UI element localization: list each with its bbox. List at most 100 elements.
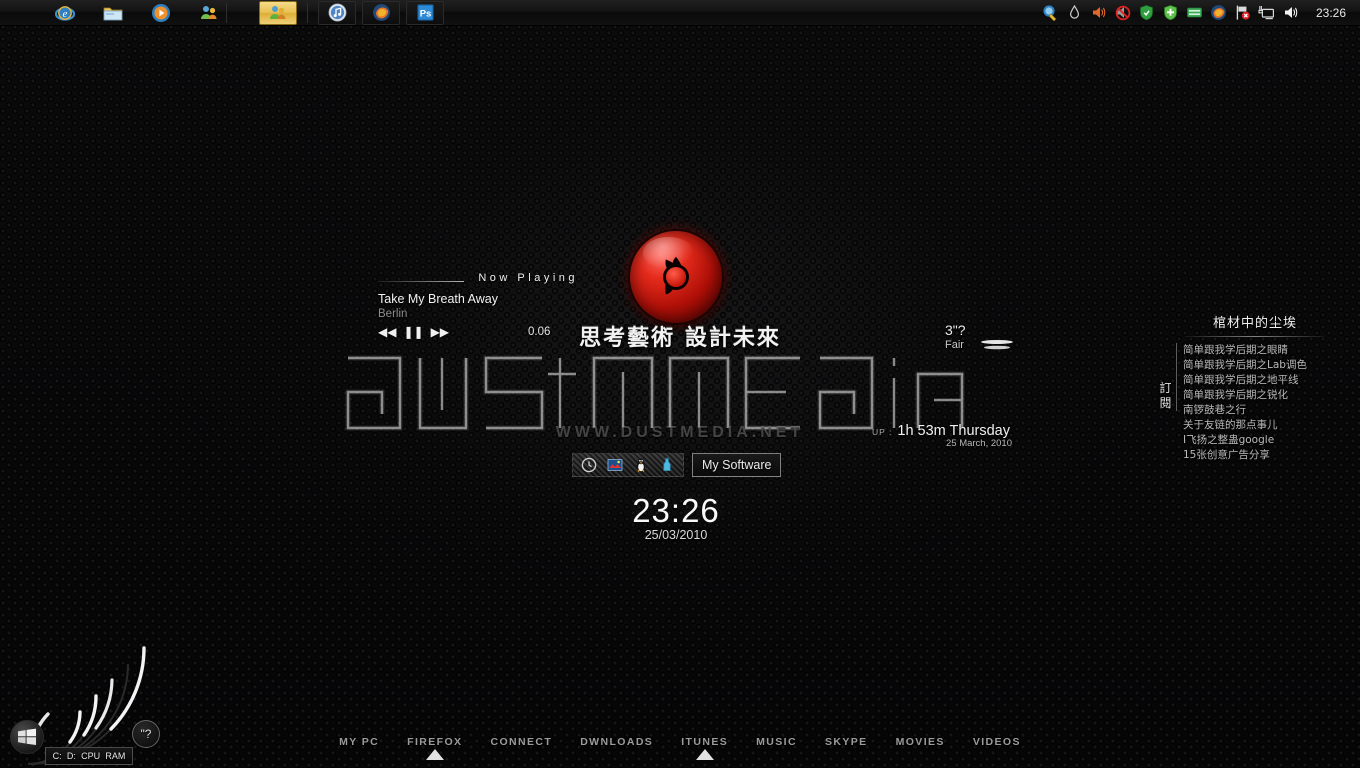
dock-item-label: MOVIES <box>895 736 945 748</box>
taskbar-task-messenger[interactable] <box>259 0 297 25</box>
dock-item-itunes[interactable]: ITUNES <box>681 736 728 760</box>
now-playing-elapsed-time: 0.06 <box>528 326 551 338</box>
rss-item[interactable]: 简单跟我学后期之眼睛 <box>1183 343 1355 358</box>
taskbar-divider <box>307 2 308 23</box>
dustmedia-wordmark-svg <box>345 355 965 431</box>
dock-item-videos[interactable]: VIDEOS <box>973 736 1021 760</box>
next-track-button[interactable]: ▶▶ <box>431 326 449 338</box>
rss-item[interactable]: 关于友链的那点事儿 <box>1183 418 1355 433</box>
rss-subscribe-button[interactable]: 訂閱 <box>1155 343 1177 411</box>
rss-item[interactable]: 15张创意广告分享 <box>1183 448 1355 463</box>
svg-text:Ps: Ps <box>419 8 431 19</box>
messenger-people-icon <box>201 5 217 19</box>
rss-feed-title: 棺材中的尘埃 <box>1212 316 1297 331</box>
media-player-icon <box>152 3 170 22</box>
uptime-widget: UP : 1h 53m Thursday <box>872 423 1010 439</box>
dock-menu: MY PC FIREFOX CONNECT DWNLOADS ITUNES MU… <box>0 736 1360 760</box>
monitor-eject-icon[interactable] <box>1258 4 1275 21</box>
rss-item[interactable]: I飞扬之整蛊google <box>1183 433 1355 448</box>
dock-item-label: MUSIC <box>756 736 797 748</box>
quick-launch-internet-explorer[interactable]: e <box>52 2 78 24</box>
clock-icon[interactable] <box>581 457 597 473</box>
no-entry-icon[interactable] <box>1114 4 1131 21</box>
quick-launch-media-player[interactable] <box>148 2 174 24</box>
logo-pupil <box>666 267 686 287</box>
rss-item-list: 简单跟我学后期之眼睛 简单跟我学后期之Lab调色 简单跟我学后期之地平线 简单跟… <box>1183 343 1355 463</box>
taskbar-task-firefox[interactable] <box>362 0 400 25</box>
rss-item[interactable]: 简单跟我学后期之地平线 <box>1183 373 1355 388</box>
rss-item[interactable]: 南锣鼓巷之行 <box>1183 403 1355 418</box>
photoshop-icon: Ps <box>417 4 433 21</box>
now-playing-widget: Now Playing Take My Breath Away Berlin ◀… <box>378 272 578 338</box>
firefox-icon[interactable] <box>1210 4 1227 21</box>
haze-weather-icon <box>981 340 1013 350</box>
internet-explorer-icon: e <box>55 5 75 21</box>
security-shield-icon[interactable] <box>1138 4 1155 21</box>
weather-widget[interactable]: 3"? Fair <box>945 322 1015 351</box>
flag-error-icon[interactable] <box>1234 4 1251 21</box>
pause-button[interactable]: ❚❚ <box>403 326 423 338</box>
taskbar-task-photoshop[interactable]: Ps <box>406 0 444 25</box>
dock-item-label: VIDEOS <box>972 736 1021 748</box>
now-playing-heading: Now Playing <box>478 272 578 284</box>
now-playing-controls: ◀◀ ❚❚ ▶▶ 0.06 <box>378 326 578 338</box>
speaker-icon[interactable] <box>1282 4 1299 21</box>
taskbar: e Ps 23:26 <box>0 0 1360 26</box>
antivirus-shield-icon[interactable] <box>1162 4 1179 21</box>
dock-item-label: FIREFOX <box>407 736 463 748</box>
rss-item[interactable]: 简单跟我学后期之锐化 <box>1183 388 1355 403</box>
dock-item-my-pc[interactable]: MY PC <box>339 736 379 760</box>
taskbar-task-itunes[interactable] <box>318 0 356 25</box>
previous-track-button[interactable]: ◀◀ <box>378 326 396 338</box>
clock-widget: 23:26 25/03/2010 <box>596 492 756 542</box>
taskbar-divider <box>226 2 227 23</box>
dock-item-label: SKYPE <box>824 736 868 748</box>
quick-launch-windows-explorer[interactable] <box>100 2 126 24</box>
picture-icon[interactable] <box>607 457 623 473</box>
itunes-icon <box>328 3 346 22</box>
taskbar-task-list: Ps <box>259 0 444 25</box>
messenger-people-icon <box>270 5 286 19</box>
dock-item-label: ITUNES <box>681 736 729 748</box>
dock-item-connect[interactable]: CONNECT <box>490 736 552 760</box>
long-date: 25 March, 2010 <box>945 438 1012 449</box>
rss-feed-widget: 棺材中的尘埃 訂閱 简单跟我学后期之眼睛 简单跟我学后期之Lab调色 简单跟我学… <box>1155 312 1355 463</box>
green-card-icon[interactable] <box>1186 4 1203 21</box>
dock-item-skype[interactable]: SKYPE <box>825 736 868 760</box>
rss-feed-body: 訂閱 简单跟我学后期之眼睛 简单跟我学后期之Lab调色 简单跟我学后期之地平线 … <box>1155 343 1355 463</box>
rss-title-rule <box>1185 336 1325 337</box>
sharingan-eye-icon <box>628 229 724 325</box>
now-playing-artist: Berlin <box>378 308 408 320</box>
mini-dock-label[interactable]: My Software <box>692 453 782 477</box>
dock-item-dwnloads[interactable]: DWNLOADS <box>580 736 653 760</box>
svg-text:e: e <box>63 8 68 20</box>
folder-icon <box>103 7 123 20</box>
dock-item-label: DWNLOADS <box>580 736 654 748</box>
uptime-label: UP : <box>872 427 893 437</box>
desktop[interactable]: e Ps 23:26 WWW.DUSTMEDIA.NET 思考藝術 設計未來 N… <box>0 0 1360 768</box>
volume-icon[interactable] <box>1090 4 1107 21</box>
dock-active-arrow-icon <box>695 749 714 760</box>
dock-item-label: MY PC <box>339 736 380 748</box>
dock-item-firefox[interactable]: FIREFOX <box>407 736 462 760</box>
network-share-icon[interactable] <box>1042 4 1059 21</box>
clock-time: 23:26 <box>632 492 720 529</box>
quick-launch-bar: e <box>52 2 222 24</box>
penguin-icon[interactable] <box>633 457 649 473</box>
dustmedia-wordmark <box>342 352 1018 434</box>
clock-date: 25/03/2010 <box>644 528 708 542</box>
bottle-icon[interactable] <box>659 457 675 473</box>
dock-item-movies[interactable]: MOVIES <box>896 736 945 760</box>
water-drop-icon[interactable] <box>1066 4 1083 21</box>
quick-launch-windows-live-messenger[interactable] <box>196 2 222 24</box>
mini-dock <box>572 453 684 477</box>
dock-active-arrow-icon <box>425 749 444 760</box>
rss-item[interactable]: 简单跟我学后期之Lab调色 <box>1183 358 1355 373</box>
uptime-value: 1h 53m Thursday <box>897 423 1010 439</box>
firefox-icon <box>372 4 390 21</box>
now-playing-track-title: Take My Breath Away <box>378 292 498 306</box>
dock-item-music[interactable]: MUSIC <box>756 736 797 760</box>
taskbar-clock[interactable]: 23:26 <box>1316 6 1346 20</box>
dustmedia-logo[interactable] <box>628 229 726 327</box>
now-playing-rule <box>378 281 464 282</box>
